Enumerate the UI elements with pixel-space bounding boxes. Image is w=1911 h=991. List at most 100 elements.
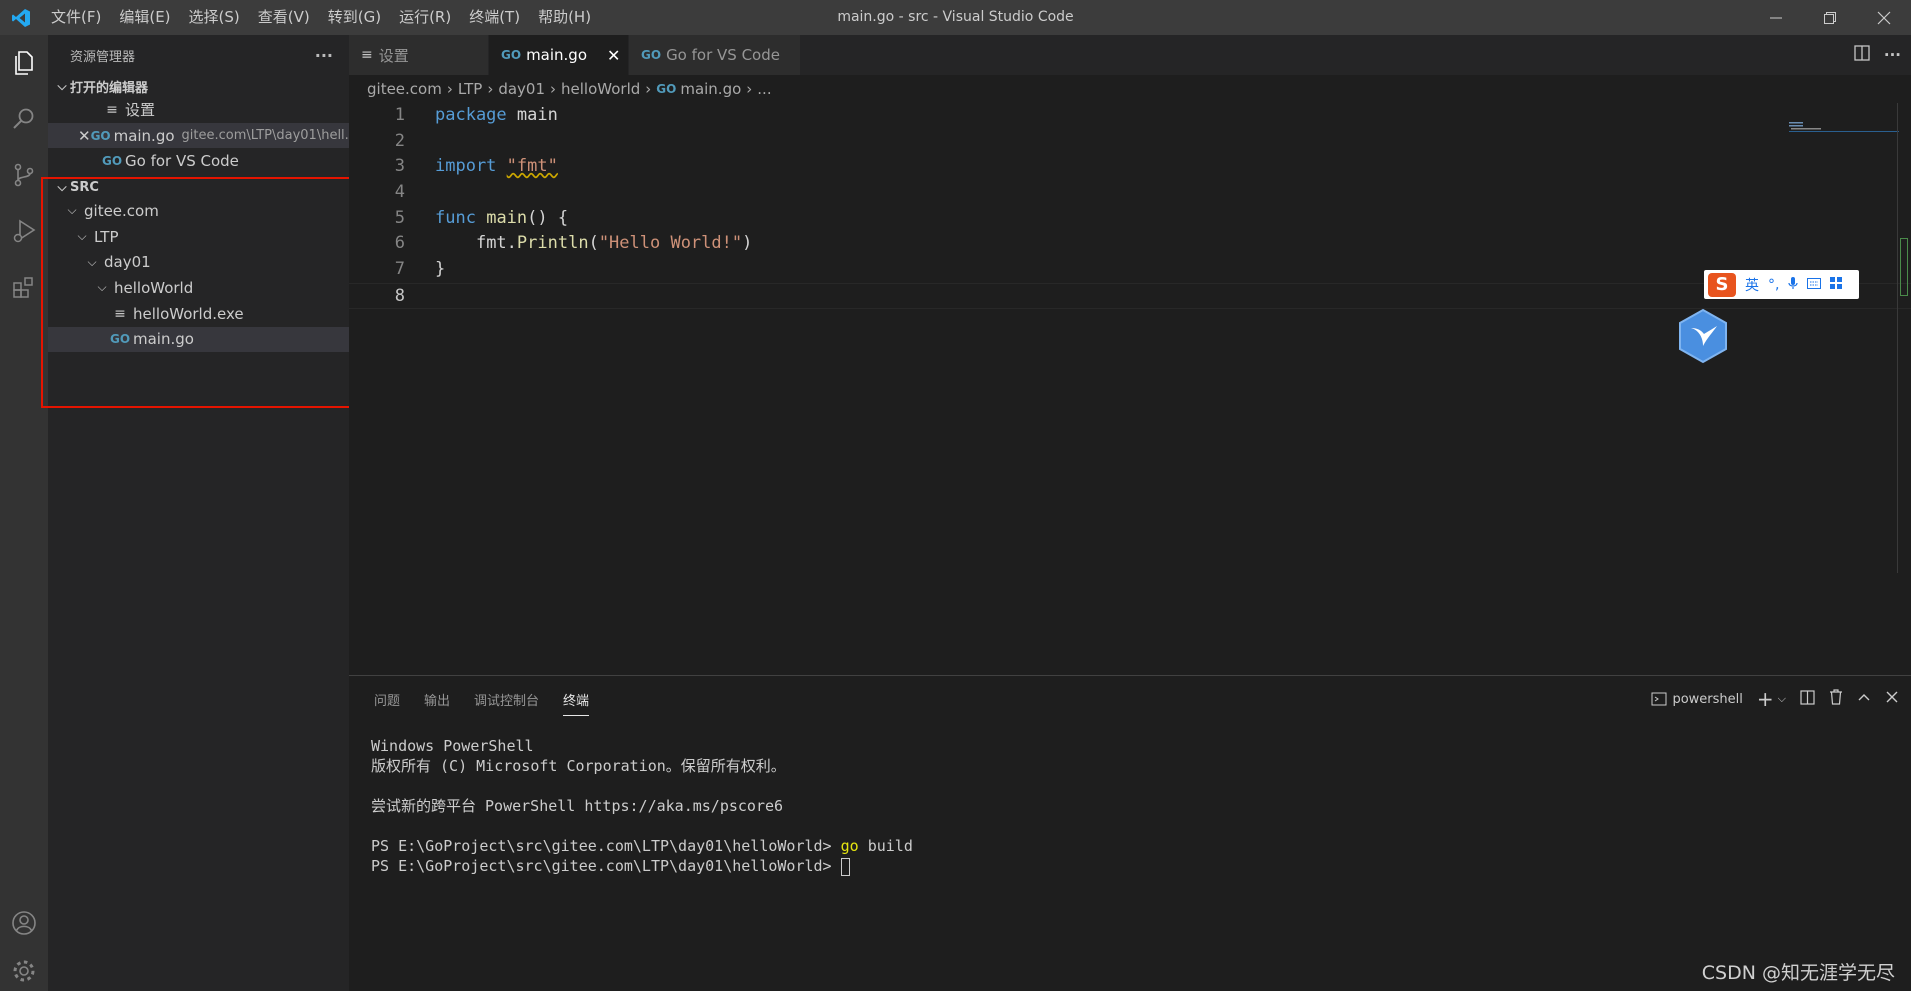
chevron-down-icon[interactable]: ⌵ <box>1778 692 1786 706</box>
ime-punctuation[interactable]: °, <box>1768 277 1779 293</box>
breadcrumb-item[interactable]: helloWorld <box>561 80 640 98</box>
breadcrumb-item[interactable]: main.go <box>680 80 741 98</box>
terminal-line: PS E:\GoProject\src\gitee.com\LTP\day01\… <box>371 856 913 876</box>
tree-item-day01[interactable]: ⌵ day01 <box>48 249 349 275</box>
code-line[interactable]: 6 fmt.Println("Hello World!") <box>349 231 1911 257</box>
account-icon[interactable] <box>0 895 48 951</box>
tree-label: main.go <box>133 330 194 349</box>
explorer-icon[interactable] <box>0 35 48 91</box>
chevron-right-icon: › <box>550 80 557 98</box>
split-editor-icon[interactable] <box>1854 45 1870 65</box>
editor-tabs: ≡ 设置 GO main.go ✕ GO Go for VS Code ··· <box>349 35 1911 75</box>
close-tab-icon[interactable]: ✕ <box>607 46 620 65</box>
terminal-prompt: PS E:\GoProject\src\gitee.com\LTP\day01\… <box>371 857 841 875</box>
chevron-down-icon: ⌵ <box>67 203 77 218</box>
code-string: "fmt" <box>506 156 558 177</box>
restore-button[interactable] <box>1803 0 1857 35</box>
code-line[interactable]: 4 <box>349 180 1911 206</box>
extensions-icon[interactable] <box>0 259 48 315</box>
code-line[interactable]: 1 package main <box>349 103 1911 129</box>
terminal-command: go <box>840 837 859 855</box>
close-window-button[interactable] <box>1857 0 1911 35</box>
terminal-line: 版权所有 (C) Microsoft Corporation。保留所有权利。 <box>371 757 786 775</box>
code-punctuation: () { <box>527 207 569 228</box>
go-file-icon: GO <box>641 48 662 62</box>
panel-tab-debug-console[interactable]: 调试控制台 <box>474 690 539 709</box>
code-line[interactable]: 5 func main() { <box>349 206 1911 232</box>
source-control-icon[interactable] <box>0 147 48 203</box>
menu-view[interactable]: 查看(V) <box>249 0 319 35</box>
editor-scrollbar[interactable] <box>1897 103 1911 573</box>
panel-tab-terminal[interactable]: 终端 <box>563 690 590 716</box>
ime-toolbar[interactable]: S 英 °, <box>1704 270 1859 299</box>
tab-go-for-vscode[interactable]: GO Go for VS Code <box>629 35 801 75</box>
menu-terminal[interactable]: 终端(T) <box>460 0 529 35</box>
code-function: main <box>486 207 528 228</box>
go-file-icon: GO <box>501 48 522 62</box>
code-punctuation: } <box>435 259 446 280</box>
terminal-shell-selector[interactable]: powershell <box>1651 691 1743 707</box>
tree-item-helloworld[interactable]: ⌵ helloWorld <box>48 275 349 301</box>
folder-header-src[interactable]: ⌵ SRC <box>48 176 349 198</box>
grid-menu-icon[interactable] <box>1830 276 1843 293</box>
open-editor-go-for-vscode[interactable]: GO Go for VS Code <box>48 148 349 174</box>
code-line[interactable]: 3 import "fmt" <box>349 154 1911 180</box>
code-line-current[interactable]: 8 <box>349 282 1911 309</box>
menu-go[interactable]: 转到(G) <box>319 0 390 35</box>
sogou-logo-icon: S <box>1708 272 1736 297</box>
microphone-icon[interactable] <box>1788 276 1799 294</box>
open-editor-settings[interactable]: ≡ 设置 <box>48 97 349 123</box>
menu-run[interactable]: 运行(R) <box>390 0 460 35</box>
tab-label: Go for VS Code <box>666 46 780 64</box>
run-debug-icon[interactable] <box>0 203 48 259</box>
tree-item-ltp[interactable]: ⌵ LTP <box>48 224 349 250</box>
chevron-up-icon[interactable] <box>1857 690 1871 708</box>
open-editor-label: 设置 <box>125 101 156 120</box>
new-terminal-icon[interactable]: + <box>1757 687 1774 711</box>
watermark: CSDN @知无涯学无尽 <box>1701 962 1895 984</box>
code-line[interactable]: 7} <box>349 257 1911 283</box>
line-number: 4 <box>394 182 405 203</box>
breadcrumb-item[interactable]: LTP <box>458 80 483 98</box>
minimap[interactable] <box>1789 100 1899 140</box>
more-actions-icon[interactable]: ··· <box>1884 46 1901 64</box>
open-editors-header[interactable]: ⌵ 打开的编辑器 <box>48 75 349 97</box>
line-number: 7 <box>394 259 405 280</box>
ime-language[interactable]: 英 <box>1745 275 1759 295</box>
menu-edit[interactable]: 编辑(E) <box>110 0 179 35</box>
open-editor-main-go[interactable]: ✕ GO main.go gitee.com\LTP\day01\hell... <box>48 122 349 149</box>
tree-item-helloworld-exe[interactable]: ≡ helloWorld.exe <box>48 301 349 327</box>
code-punctuation: ( <box>588 233 599 254</box>
more-actions-icon[interactable]: ··· <box>315 46 333 65</box>
search-icon[interactable] <box>0 91 48 147</box>
breadcrumb-item[interactable]: ... <box>757 80 771 98</box>
shell-name: powershell <box>1672 691 1743 707</box>
close-icon[interactable]: ✕ <box>78 127 91 145</box>
tree-item-main-go[interactable]: GO main.go <box>48 326 349 353</box>
menu-selection[interactable]: 选择(S) <box>180 0 249 35</box>
go-file-icon: GO <box>90 128 111 143</box>
title-bar: 文件(F) 编辑(E) 选择(S) 查看(V) 转到(G) 运行(R) 终端(T… <box>0 0 1911 35</box>
split-terminal-icon[interactable] <box>1800 689 1815 709</box>
panel-tab-problems[interactable]: 问题 <box>374 690 400 709</box>
keyboard-icon[interactable] <box>1807 277 1822 293</box>
breadcrumb-item[interactable]: day01 <box>498 80 545 98</box>
terminal-output[interactable]: Windows PowerShell 版权所有 (C) Microsoft Co… <box>371 736 913 876</box>
menu-help[interactable]: 帮助(H) <box>529 0 600 35</box>
gear-icon[interactable] <box>0 951 48 991</box>
close-panel-icon[interactable] <box>1885 690 1899 708</box>
breadcrumb-item[interactable]: gitee.com <box>367 80 442 98</box>
code-line[interactable]: 2 <box>349 129 1911 155</box>
code-editor[interactable]: 1 package main 2 3 import "fmt" 4 5 func ma… <box>349 103 1911 675</box>
breadcrumb: gitee.com › LTP › day01 › helloWorld › GO mai… <box>349 75 1911 103</box>
minimize-button[interactable] <box>1749 0 1803 35</box>
trash-icon[interactable] <box>1829 689 1843 709</box>
bird-assistant-icon[interactable] <box>1677 308 1729 364</box>
menu-file[interactable]: 文件(F) <box>42 0 110 35</box>
tab-main-go[interactable]: GO main.go ✕ <box>489 35 629 75</box>
tab-settings[interactable]: ≡ 设置 <box>349 35 489 75</box>
panel-tab-output[interactable]: 输出 <box>424 690 450 709</box>
code-keyword: func <box>435 207 476 228</box>
tree-item-gitee[interactable]: ⌵ gitee.com <box>48 198 349 224</box>
